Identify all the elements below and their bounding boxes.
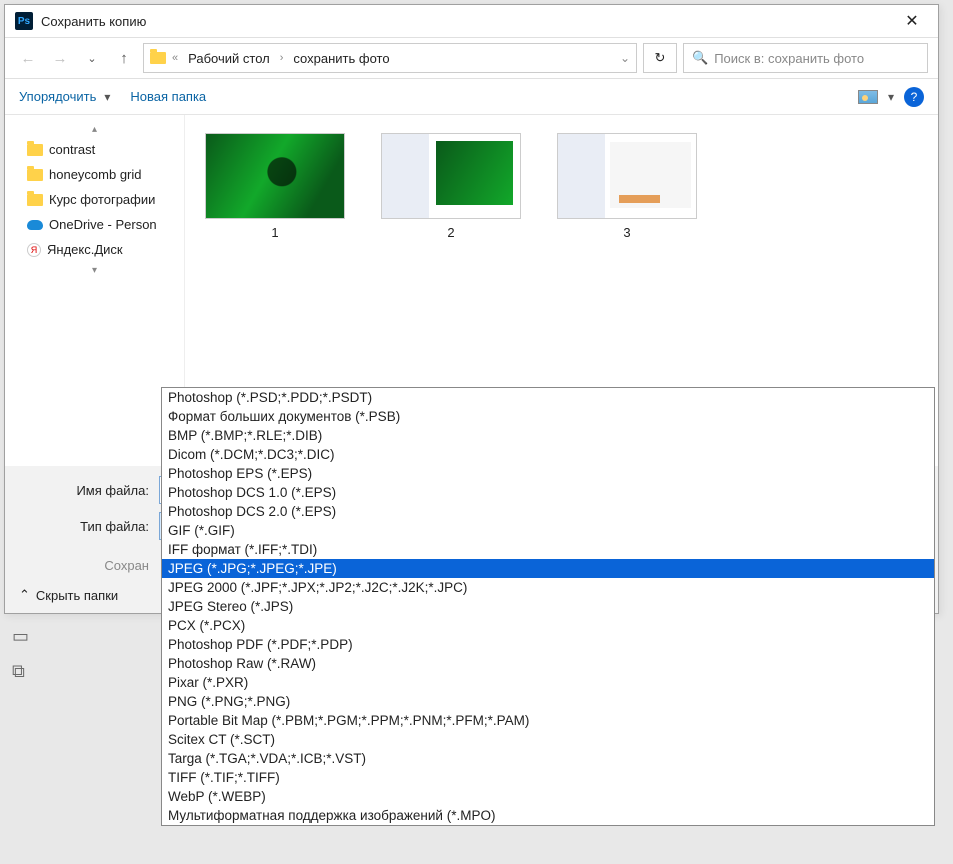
filetype-dropdown[interactable]: Photoshop (*.PSD;*.PDD;*.PSDT)Формат бол… — [161, 387, 935, 826]
search-icon: 🔍 — [692, 50, 708, 66]
tree-item-label: OneDrive - Person — [49, 217, 157, 232]
duplicate-icon[interactable]: ⧉ — [12, 661, 29, 682]
toolbar: Упорядочить▾ Новая папка ▾ ? — [5, 79, 938, 115]
yandex-disk-icon: Я — [27, 243, 41, 257]
organize-menu[interactable]: Упорядочить▾ — [19, 89, 110, 104]
app-strip: ▭ ⧉ — [12, 626, 29, 682]
chevron-right-icon: › — [280, 52, 284, 64]
folder-icon — [27, 169, 43, 181]
filetype-option[interactable]: Photoshop (*.PSD;*.PDD;*.PSDT) — [162, 388, 934, 407]
filetype-option[interactable]: Мультиформатная поддержка изображений (*… — [162, 806, 934, 825]
filetype-option[interactable]: Scitex CT (*.SCT) — [162, 730, 934, 749]
photoshop-icon: Ps — [15, 12, 33, 30]
thumbnail-image — [381, 133, 521, 219]
forward-button[interactable]: → — [47, 45, 73, 71]
filetype-option[interactable]: PCX (*.PCX) — [162, 616, 934, 635]
filetype-option[interactable]: JPEG 2000 (*.JPF;*.JPX;*.JP2;*.J2C;*.J2K… — [162, 578, 934, 597]
tree-item-label: Курс фотографии — [49, 192, 155, 207]
tree-item[interactable]: Я Яндекс.Диск — [5, 237, 184, 262]
filetype-option[interactable]: Photoshop Raw (*.RAW) — [162, 654, 934, 673]
filetype-option[interactable]: Формат больших документов (*.PSB) — [162, 407, 934, 426]
chevron-up-icon: ⌃ — [19, 587, 30, 603]
filetype-option[interactable]: Portable Bit Map (*.PBM;*.PGM;*.PPM;*.PN… — [162, 711, 934, 730]
artboard-icon[interactable]: ▭ — [12, 626, 29, 647]
thumbnail-label: 2 — [447, 225, 454, 240]
filetype-option[interactable]: JPEG Stereo (*.JPS) — [162, 597, 934, 616]
filetype-option[interactable]: Photoshop PDF (*.PDF;*.PDP) — [162, 635, 934, 654]
thumbnail[interactable]: 1 — [205, 133, 345, 240]
help-button[interactable]: ? — [904, 87, 924, 107]
folder-icon — [150, 52, 166, 64]
history-dropdown[interactable]: ⌄ — [79, 45, 105, 71]
filetype-option[interactable]: Pixar (*.PXR) — [162, 673, 934, 692]
filetype-option[interactable]: GIF (*.GIF) — [162, 521, 934, 540]
folder-icon — [27, 144, 43, 156]
nav-row: ← → ⌄ ↑ « Рабочий стол › сохранить фото … — [5, 37, 938, 79]
save-section-label: Сохран — [19, 558, 159, 573]
folder-tree: ▴ contrast honeycomb grid Курс фотографии O… — [5, 115, 185, 466]
hide-folders-toggle[interactable]: Скрыть папки — [36, 588, 118, 603]
filetype-option[interactable]: Targa (*.TGA;*.VDA;*.ICB;*.VST) — [162, 749, 934, 768]
view-mode-icon[interactable] — [858, 90, 878, 104]
tree-item[interactable]: Курс фотографии — [5, 187, 184, 212]
thumbnail-label: 1 — [271, 225, 278, 240]
tree-scroll-up[interactable]: ▴ — [5, 121, 184, 137]
filetype-option[interactable]: PNG (*.PNG;*.PNG) — [162, 692, 934, 711]
new-folder-button[interactable]: Новая папка — [130, 89, 206, 104]
chevron-right-icon: « — [172, 52, 178, 64]
thumbnail[interactable]: 3 — [557, 133, 697, 240]
tree-item-label: honeycomb grid — [49, 167, 142, 182]
filetype-option[interactable]: Photoshop DCS 2.0 (*.EPS) — [162, 502, 934, 521]
up-button[interactable]: ↑ — [111, 45, 137, 71]
window-title: Сохранить копию — [41, 14, 896, 29]
path-segment[interactable]: Рабочий стол — [184, 49, 274, 68]
filename-label: Имя файла: — [19, 483, 159, 498]
close-button[interactable]: ✕ — [896, 11, 928, 31]
titlebar: Ps Сохранить копию ✕ — [5, 5, 938, 37]
filetype-option[interactable]: WebP (*.WEBP) — [162, 787, 934, 806]
path-segment[interactable]: сохранить фото — [289, 49, 393, 68]
filetype-option[interactable]: BMP (*.BMP;*.RLE;*.DIB) — [162, 426, 934, 445]
thumbnail-image — [205, 133, 345, 219]
thumbnail-image — [557, 133, 697, 219]
search-placeholder: Поиск в: сохранить фото — [714, 51, 864, 66]
filetype-option[interactable]: Photoshop EPS (*.EPS) — [162, 464, 934, 483]
tree-scroll-down[interactable]: ▾ — [5, 262, 184, 278]
view-mode-dropdown[interactable]: ▾ — [888, 90, 894, 104]
chevron-down-icon: ▾ — [104, 90, 110, 104]
tree-item[interactable]: contrast — [5, 137, 184, 162]
filetype-label: Тип файла: — [19, 519, 159, 534]
filetype-option[interactable]: Dicom (*.DCM;*.DC3;*.DIC) — [162, 445, 934, 464]
tree-item-label: contrast — [49, 142, 95, 157]
tree-item-label: Яндекс.Диск — [47, 242, 123, 257]
refresh-button[interactable]: ↻ — [643, 43, 677, 73]
folder-icon — [27, 194, 43, 206]
thumbnail[interactable]: 2 — [381, 133, 521, 240]
filetype-option[interactable]: TIFF (*.TIF;*.TIFF) — [162, 768, 934, 787]
filetype-option[interactable]: IFF формат (*.IFF;*.TDI) — [162, 540, 934, 559]
search-input[interactable]: 🔍 Поиск в: сохранить фото — [683, 43, 928, 73]
thumbnail-label: 3 — [623, 225, 630, 240]
path-expand-icon[interactable]: ⌄ — [620, 51, 630, 65]
filetype-option[interactable]: JPEG (*.JPG;*.JPEG;*.JPE) — [162, 559, 934, 578]
path-box[interactable]: « Рабочий стол › сохранить фото ⌄ — [143, 43, 637, 73]
filetype-option[interactable]: Photoshop DCS 1.0 (*.EPS) — [162, 483, 934, 502]
tree-item[interactable]: honeycomb grid — [5, 162, 184, 187]
back-button[interactable]: ← — [15, 45, 41, 71]
tree-item[interactable]: OneDrive - Person — [5, 212, 184, 237]
onedrive-icon — [27, 220, 43, 230]
